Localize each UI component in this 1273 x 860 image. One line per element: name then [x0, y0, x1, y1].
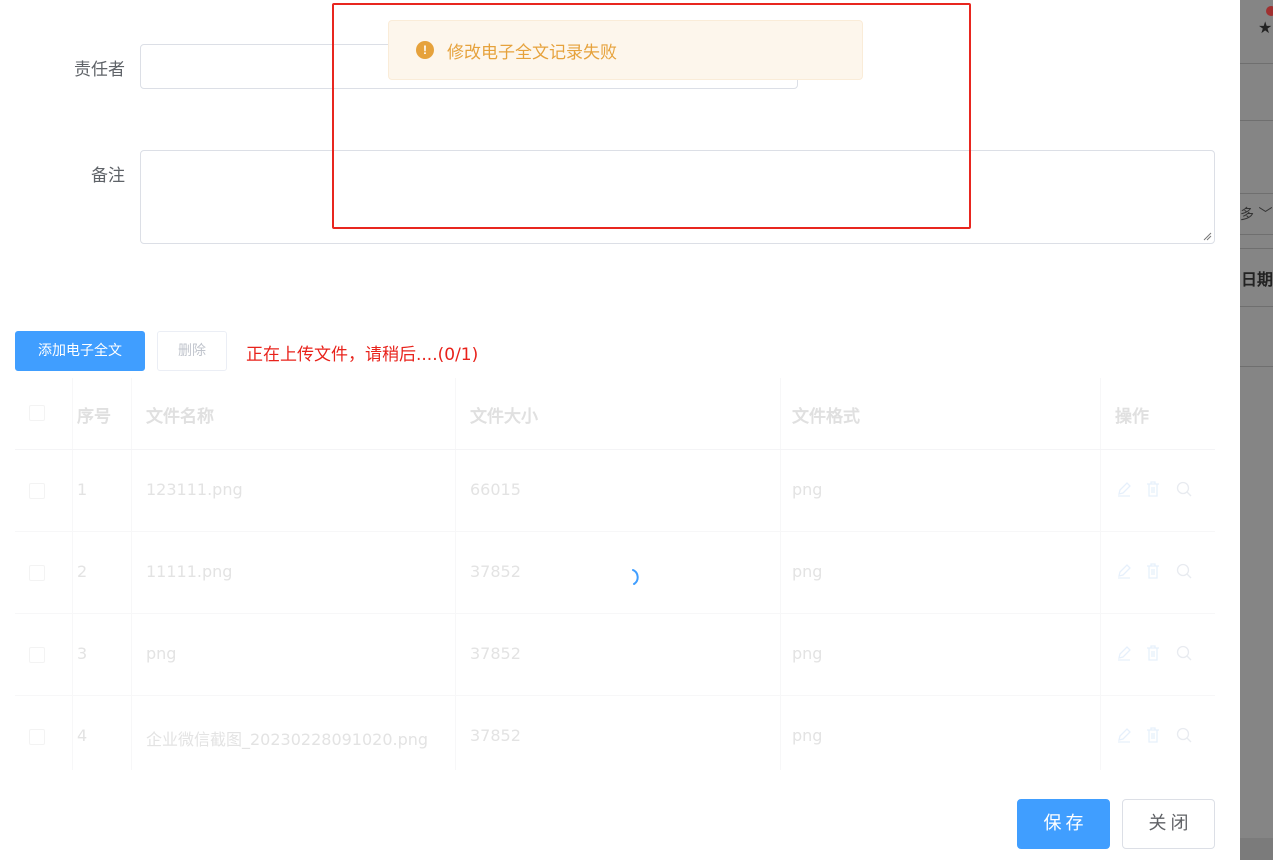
- remark-label: 备注: [91, 166, 125, 186]
- divider: [1240, 366, 1273, 367]
- close-button[interactable]: 关闭: [1122, 799, 1215, 849]
- notification-dot: [1266, 6, 1273, 16]
- delete-icon[interactable]: [1144, 726, 1162, 744]
- header-format: 文件格式: [792, 407, 860, 427]
- divider: [1240, 234, 1273, 235]
- edit-icon[interactable]: [1115, 562, 1133, 580]
- cell-filename: png: [146, 644, 177, 663]
- cell-index: 3: [77, 644, 88, 663]
- cell-format: png: [792, 726, 823, 745]
- delete-icon[interactable]: [1144, 480, 1162, 498]
- row-checkbox[interactable]: [29, 565, 45, 581]
- cell-filename: 企业微信截图_20230228091020.png: [146, 730, 429, 749]
- table-row[interactable]: 3 png 37852 png: [15, 614, 1215, 696]
- cell-format: png: [792, 562, 823, 581]
- table-header: 序号 文件名称 文件大小 文件格式 操作: [15, 378, 1215, 450]
- cell-filename: 11111.png: [146, 562, 233, 581]
- divider: [1240, 120, 1273, 121]
- edit-icon[interactable]: [1115, 644, 1133, 662]
- edit-icon[interactable]: [1115, 480, 1133, 498]
- background-column-header: 日期: [1241, 270, 1273, 289]
- divider: [1240, 193, 1273, 194]
- cell-filesize: 37852: [470, 562, 521, 581]
- background-page: ★ 多 ﹀ 日期: [1240, 0, 1273, 860]
- save-button[interactable]: 保存: [1017, 799, 1110, 849]
- background-dropdown-text: 多: [1240, 207, 1254, 223]
- header-index: 序号: [77, 407, 111, 427]
- remark-textarea[interactable]: [140, 150, 1215, 244]
- preview-icon[interactable]: [1175, 480, 1193, 498]
- table-row[interactable]: 4 企业微信截图_20230228091020.png 37852 png: [15, 696, 1215, 778]
- divider: [1240, 63, 1273, 64]
- cell-index: 2: [77, 562, 88, 581]
- warning-icon: !: [416, 41, 434, 59]
- header-actions: 操作: [1115, 407, 1149, 427]
- responsible-label: 责任者: [74, 60, 125, 80]
- resize-handle-icon[interactable]: [1202, 231, 1212, 241]
- preview-icon[interactable]: [1175, 644, 1193, 662]
- header-filesize: 文件大小: [470, 407, 538, 427]
- row-checkbox[interactable]: [29, 647, 45, 663]
- divider: [1240, 248, 1273, 249]
- edit-icon[interactable]: [1115, 726, 1133, 744]
- row-checkbox[interactable]: [29, 729, 45, 745]
- cell-format: png: [792, 644, 823, 663]
- toast-message: 修改电子全文记录失败: [447, 43, 617, 63]
- preview-icon[interactable]: [1175, 562, 1193, 580]
- cell-index: 4: [77, 726, 88, 745]
- divider: [1240, 306, 1273, 307]
- delete-button[interactable]: 删除: [157, 331, 227, 371]
- cell-filename: 123111.png: [146, 480, 243, 499]
- table-row[interactable]: 1 123111.png 66015 png: [15, 450, 1215, 532]
- row-checkbox[interactable]: [29, 483, 45, 499]
- warning-message-toast: ! 修改电子全文记录失败: [388, 20, 863, 80]
- add-fulltext-button[interactable]: 添加电子全文: [15, 331, 145, 371]
- header-filename: 文件名称: [146, 407, 214, 427]
- loading-spinner-icon: [632, 569, 639, 585]
- cell-filesize: 66015: [470, 480, 521, 499]
- cell-index: 1: [77, 480, 88, 499]
- cell-filesize: 37852: [470, 644, 521, 663]
- background-dropdown: 多 ﹀: [1240, 207, 1273, 223]
- cell-format: png: [792, 480, 823, 499]
- upload-status-text: 正在上传文件，请稍后....(0/1): [246, 345, 479, 365]
- star-icon: ★: [1258, 18, 1273, 37]
- delete-icon[interactable]: [1144, 562, 1162, 580]
- delete-icon[interactable]: [1144, 644, 1162, 662]
- cell-filesize: 37852: [470, 726, 521, 745]
- preview-icon[interactable]: [1175, 726, 1193, 744]
- background-footer: [1240, 838, 1273, 860]
- select-all-checkbox[interactable]: [29, 405, 45, 421]
